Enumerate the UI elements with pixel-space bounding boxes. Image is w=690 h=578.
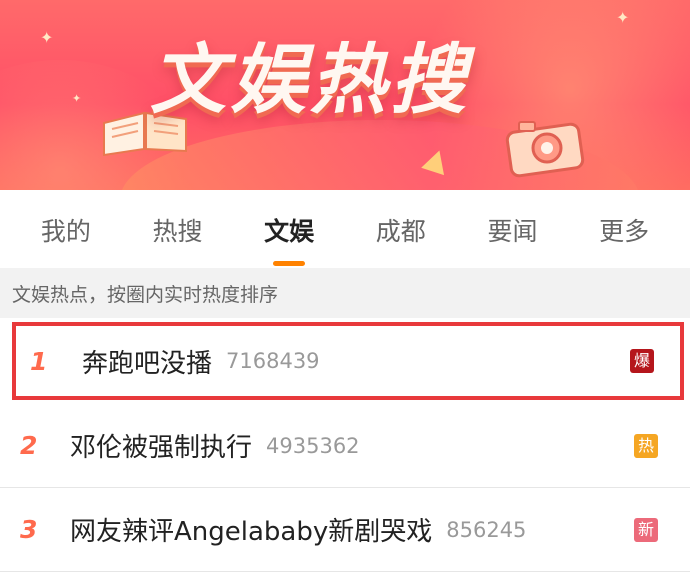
- topic-title[interactable]: 邓伦被强制执行: [70, 427, 252, 464]
- rank-number: 3: [20, 515, 38, 544]
- hot-search-list: 1 奔跑吧没播 7168439 爆 2 邓伦被强制执行 4935362 热 3 …: [0, 322, 690, 572]
- tab-mine[interactable]: 我的: [21, 210, 111, 248]
- tab-hot-search[interactable]: 热搜: [132, 210, 222, 248]
- list-item[interactable]: 1 奔跑吧没播 7168439 爆: [12, 322, 684, 400]
- heat-count: 7168439: [226, 349, 320, 373]
- tab-news[interactable]: 要闻: [467, 210, 557, 248]
- explosive-badge: 爆: [630, 349, 654, 373]
- tab-entertainment[interactable]: 文娱: [244, 210, 334, 266]
- topic-title[interactable]: 网友辣评Angelababy新剧哭戏: [70, 511, 432, 548]
- heat-count: 4935362: [266, 433, 360, 458]
- tab-more[interactable]: 更多: [579, 210, 669, 248]
- sparkle-icon: ✦: [72, 92, 82, 105]
- heat-count: 856245: [446, 517, 527, 542]
- topic-title[interactable]: 奔跑吧没播: [82, 343, 212, 380]
- list-description: 文娱热点，按圈内实时热度排序: [0, 268, 690, 318]
- rank-number: 2: [20, 431, 38, 460]
- header-banner: ✦ ✦ ✦ 文娱热搜: [0, 0, 690, 190]
- hot-badge: 热: [634, 433, 658, 458]
- list-item[interactable]: 3 网友辣评Angelababy新剧哭戏 856245 新: [0, 488, 690, 572]
- new-badge: 新: [634, 517, 658, 542]
- tab-chengdu[interactable]: 成都: [356, 210, 446, 248]
- list-item[interactable]: 2 邓伦被强制执行 4935362 热: [0, 404, 690, 488]
- sparkle-icon: ✦: [616, 8, 630, 27]
- banner-title: 文娱热搜: [150, 35, 470, 124]
- sparkle-icon: ✦: [40, 28, 54, 47]
- rank-number: 1: [30, 346, 48, 376]
- camera-icon: [505, 121, 585, 178]
- category-tabs: 我的 热搜 文娱 成都 要闻 更多: [0, 190, 690, 268]
